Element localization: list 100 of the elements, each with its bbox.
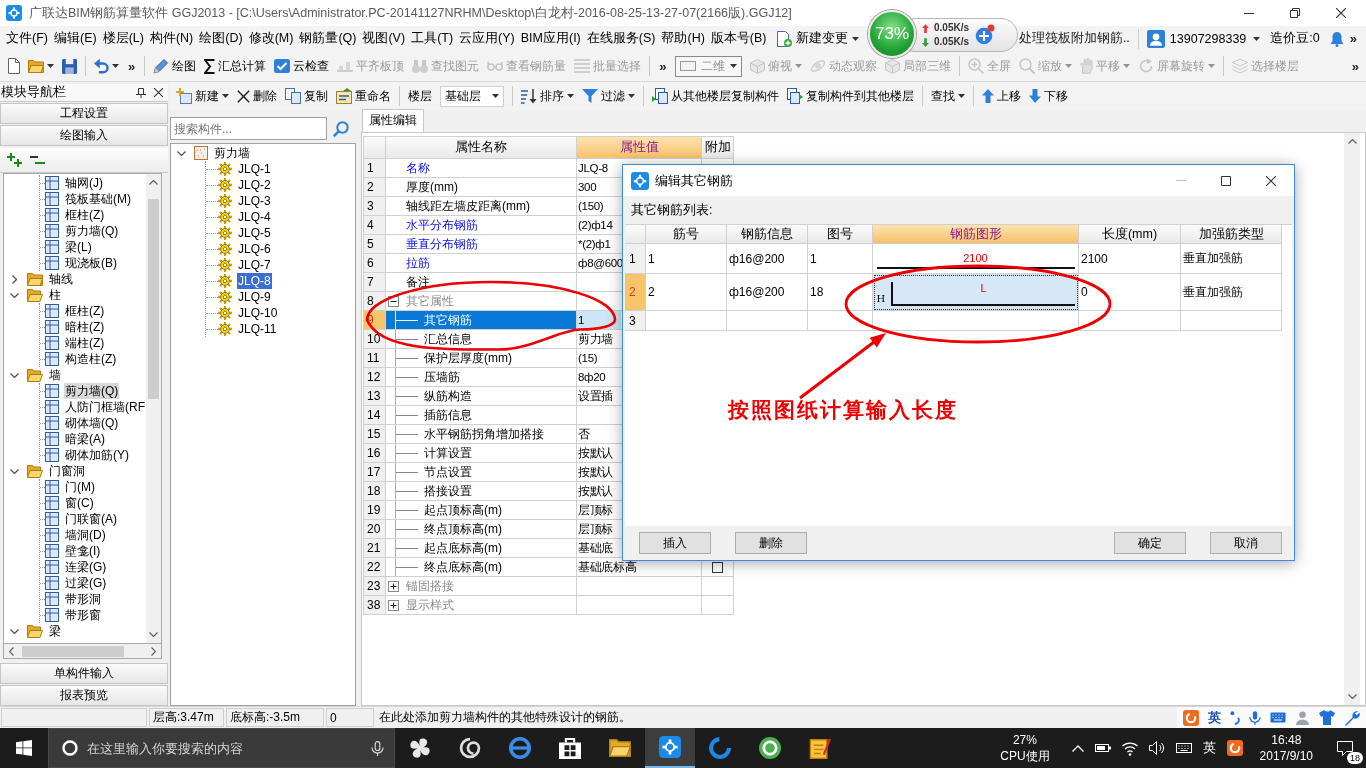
chevron-down-icon[interactable] <box>9 372 19 378</box>
horizontal-scrollbar[interactable] <box>3 643 162 659</box>
property-name[interactable]: 起点底标高(m) <box>386 539 576 557</box>
toolbar-button[interactable]: 排序 <box>517 84 578 108</box>
shape-cell[interactable]: H L <box>873 274 1079 311</box>
tree-item[interactable]: 窗(C) <box>64 495 95 511</box>
property-name[interactable]: 水平分布钢筋 <box>386 216 576 234</box>
tree-item[interactable]: 过梁(G) <box>64 575 108 591</box>
menu-item[interactable]: 在线服务(S) <box>583 30 659 47</box>
property-value[interactable]: 按默认 <box>577 463 615 481</box>
menu-item[interactable]: 楼层(L) <box>99 30 147 47</box>
menu-item[interactable]: 版本号(B) <box>707 30 770 47</box>
property-value[interactable]: (15) <box>577 349 599 367</box>
notification-icon[interactable] <box>1337 740 1353 756</box>
property-name[interactable]: 名称 <box>386 159 576 177</box>
tree-item[interactable]: JLQ-10 <box>237 305 279 321</box>
menu-item[interactable]: 修改(M) <box>245 30 297 47</box>
tree-item[interactable]: 暗梁(A) <box>64 431 106 447</box>
scrollbar-thumb[interactable] <box>148 199 159 399</box>
scroll-down-icon[interactable] <box>1347 694 1357 699</box>
avatar-icon[interactable] <box>1146 29 1165 48</box>
tree-item[interactable]: 构造柱(Z) <box>64 351 118 367</box>
taskbar-button[interactable] <box>645 728 695 768</box>
caret-icon[interactable] <box>1253 36 1261 41</box>
search-box[interactable]: 在这里输入你要搜索的内容 <box>48 728 395 768</box>
dialog-button[interactable]: 删除 <box>735 532 807 554</box>
clock-time[interactable]: 16:48 <box>1271 732 1302 748</box>
close-icon[interactable] <box>1336 8 1346 18</box>
input-method-icon[interactable] <box>1226 740 1243 756</box>
section-button[interactable]: 单构件输入 <box>0 663 168 684</box>
property-value[interactable]: *(2)ф1 <box>577 235 612 253</box>
property-name[interactable]: 纵筋构造 <box>386 387 576 405</box>
toolbar-button[interactable]: 查找 <box>927 84 969 108</box>
chevron-up-icon[interactable] <box>1071 744 1084 752</box>
property-name[interactable]: 轴线距左墙皮距离(mm) <box>386 197 576 215</box>
new-change-button[interactable]: 新建变更 <box>773 30 861 47</box>
battery-icon[interactable] <box>1094 744 1111 752</box>
property-value[interactable]: 基础底标高 <box>577 558 638 576</box>
property-name[interactable]: 终点底标高(m) <box>386 558 576 576</box>
section-button[interactable]: 绘图输入 <box>0 125 168 146</box>
column-header[interactable]: 属性值 <box>577 137 702 159</box>
tree-item[interactable]: JLQ-7 <box>237 257 272 273</box>
tree-item[interactable]: 现浇板(B) <box>64 255 118 271</box>
tree-item[interactable]: 暗柱(Z) <box>64 319 106 335</box>
property-value[interactable]: 层顶标 <box>577 520 615 538</box>
microphone-icon[interactable] <box>371 740 384 756</box>
tree-item[interactable]: 剪力墙(Q) <box>64 383 120 399</box>
tree-item[interactable]: JLQ-11 <box>237 321 278 337</box>
close-icon[interactable] <box>1266 175 1276 186</box>
column-header[interactable]: 图号 <box>808 225 873 244</box>
toolbar-button[interactable]: 下移 <box>1025 84 1072 108</box>
tree-item[interactable]: 轴网(J) <box>64 175 104 191</box>
scroll-left-icon[interactable] <box>9 646 14 656</box>
column-header[interactable]: 钢筋信息 <box>727 225 808 244</box>
maximize-icon[interactable] <box>1221 175 1231 186</box>
more-button[interactable]: » <box>123 58 141 74</box>
close-icon[interactable] <box>154 88 163 97</box>
tree-folder[interactable]: 柱 <box>48 287 62 303</box>
tree-item[interactable]: JLQ-4 <box>237 209 272 225</box>
tree-item[interactable]: JLQ-9 <box>237 289 272 305</box>
tree-item[interactable]: JLQ-5 <box>237 225 272 241</box>
property-value[interactable]: 8ф20 <box>577 368 607 386</box>
toolbar-button[interactable]: 复制 <box>281 84 332 108</box>
toolbar-button[interactable]: 删除 <box>233 84 281 108</box>
property-value[interactable]: 按默认 <box>577 482 615 500</box>
tree-item[interactable]: 砌体加筋(Y) <box>64 447 130 463</box>
vertical-scrollbar[interactable] <box>146 174 161 643</box>
column-header[interactable]: 长度(mm) <box>1079 225 1181 244</box>
dialog-button[interactable]: 确定 <box>1114 532 1186 554</box>
property-name[interactable]: 汇总信息 <box>386 330 576 348</box>
tree-item[interactable]: JLQ-3 <box>237 193 272 209</box>
tree-item[interactable]: JLQ-6 <box>237 241 272 257</box>
toolbar-button[interactable]: 复制构件到其他楼层 <box>783 84 918 108</box>
clock-date[interactable]: 2017/9/10 <box>1259 748 1313 764</box>
tree-item[interactable]: 人防门框墙(RF <box>64 399 146 415</box>
account-name[interactable]: 13907298339 <box>1169 31 1247 46</box>
tree-item[interactable]: 框柱(Z) <box>64 303 106 319</box>
wifi-icon[interactable] <box>1121 740 1138 756</box>
section-button[interactable]: 工程设置 <box>0 103 168 124</box>
toolbar-button[interactable]: 重命名 <box>332 84 395 108</box>
property-name[interactable]: 其它钢筋 <box>386 311 576 329</box>
toolbar-button[interactable]: 云检查 <box>270 54 334 78</box>
input-language[interactable]: 英 <box>1202 739 1216 757</box>
more-button[interactable]: » <box>1346 58 1364 74</box>
property-value[interactable]: 剪力墙 <box>577 330 615 348</box>
vertical-scrollbar[interactable] <box>1344 133 1360 705</box>
tree-item[interactable]: 带形洞 <box>64 591 102 607</box>
property-name[interactable]: 拉筋 <box>386 254 576 272</box>
property-value[interactable]: 基础底 <box>577 539 615 557</box>
wrench-icon[interactable] <box>1344 709 1360 726</box>
property-name[interactable]: 起点顶标高(m) <box>386 501 576 519</box>
scroll-up-icon[interactable] <box>1347 139 1357 144</box>
property-name[interactable]: 锚固搭接 <box>399 577 576 595</box>
checkbox[interactable] <box>712 561 723 573</box>
property-name[interactable]: 其它属性 <box>399 292 576 310</box>
dialog-button[interactable]: 取消 <box>1210 532 1282 554</box>
tree-item[interactable]: 连梁(G) <box>64 559 108 575</box>
property-name[interactable]: 终点顶标高(m) <box>386 520 576 538</box>
windows-logo-icon[interactable] <box>16 740 32 756</box>
tree-item[interactable]: 筏板基础(M) <box>64 191 132 207</box>
